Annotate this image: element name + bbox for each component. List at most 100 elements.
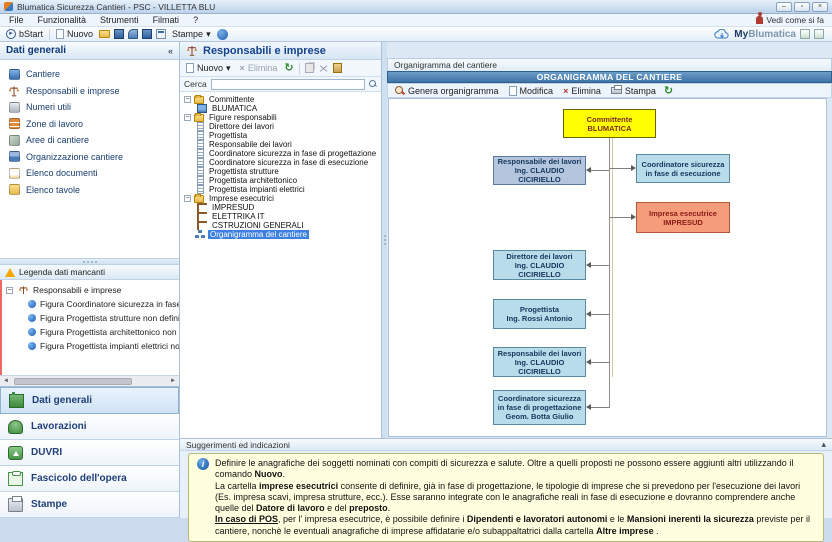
- scroll-left-icon[interactable]: ◄: [0, 378, 12, 384]
- tree-item-prog-architettonico[interactable]: Progettista architettonico: [184, 176, 381, 185]
- tree-item-progettista[interactable]: Progettista: [184, 131, 381, 140]
- paste-icon[interactable]: [333, 63, 342, 73]
- collapse-up-icon[interactable]: ▴: [821, 439, 826, 450]
- suggestion-paragraph: La cartella imprese esecutrici consente …: [215, 481, 815, 515]
- dropdown-icon: ▾: [226, 63, 231, 74]
- tree-item-csp[interactable]: Coordinatore sicurezza in fase di proget…: [184, 149, 381, 158]
- sidebar-item-cantiere[interactable]: Cantiere: [0, 66, 179, 83]
- vedi-come-si-fa-link[interactable]: Vedi come si fa: [756, 15, 830, 25]
- tree-item-imprese-esecutrici[interactable]: Imprese esecutrici: [184, 194, 381, 203]
- nuovo-tree-button[interactable]: Nuovo▾: [184, 63, 233, 74]
- sidebar-item-elenco-documenti[interactable]: Elenco documenti: [0, 165, 179, 182]
- scroll-right-icon[interactable]: ►: [167, 378, 179, 384]
- copy-icon[interactable]: [305, 63, 314, 73]
- tree-item-prog-impianti[interactable]: Progettista impianti elettrici: [184, 185, 381, 194]
- legend-item[interactable]: Figura Coordinatore sicurezza in fase di…: [6, 297, 179, 311]
- cloud-icon: [714, 29, 730, 40]
- tree-item-costruzioni[interactable]: CSTRUZIONI GENERALI: [184, 221, 381, 230]
- map-icon: [9, 135, 20, 146]
- menu-file[interactable]: File: [2, 15, 31, 25]
- tree-item-organigramma[interactable]: Organigramma del cantiere: [184, 230, 381, 239]
- orgchart-node-responsabile-lavori-1[interactable]: Responsabile dei lavori Ing. CLAUDIO CIC…: [493, 156, 586, 185]
- organigramma-tab[interactable]: Organigramma del cantiere: [387, 58, 832, 71]
- sidebar-item-zone-di-lavoro[interactable]: Zone di lavoro: [0, 116, 179, 133]
- menu-funzionalita[interactable]: Funzionalità: [31, 15, 94, 25]
- tree-item-elettrika[interactable]: ELETTRIKA IT: [184, 212, 381, 221]
- nav-duvri[interactable]: DUVRI: [0, 440, 179, 466]
- orgchart-node-coordinatore-esecuzione[interactable]: Coordinatore sicurezza in fase di esecuz…: [636, 154, 730, 183]
- window-title: Blumatica Sicurezza Cantieri - PSC - VIL…: [17, 2, 776, 12]
- legend-horizontal-scrollbar[interactable]: ◄ ►: [0, 375, 179, 386]
- menu-bar: File Funzionalità Strumenti Filmati ? Ve…: [0, 14, 832, 27]
- menu-help[interactable]: ?: [186, 15, 205, 25]
- search-input[interactable]: [211, 79, 365, 90]
- nav-dati-generali[interactable]: Dati generali: [0, 387, 179, 414]
- refresh-icon[interactable]: ↻: [664, 86, 673, 96]
- stampa-button[interactable]: Stampa: [609, 86, 658, 96]
- tree-item-committente[interactable]: Committente: [184, 95, 381, 104]
- tree-item-prog-strutture[interactable]: Progettista strutture: [184, 167, 381, 176]
- tree-item-figure-responsabili[interactable]: Figure responsabili: [184, 113, 381, 122]
- collapse-expander[interactable]: [184, 114, 191, 121]
- stampe-button[interactable]: Stampe ▾: [170, 29, 213, 40]
- elimina-button[interactable]: ×Elimina: [561, 86, 603, 96]
- tree-item-blumatica[interactable]: BLUMATICA: [184, 104, 381, 113]
- legend-root-row[interactable]: Responsabili e imprese: [6, 283, 179, 297]
- delete-x-icon: ×: [563, 86, 568, 96]
- sidebar-item-aree-di-cantiere[interactable]: Aree di cantiere: [0, 132, 179, 149]
- tree-item-impresud[interactable]: IMPRESUD: [184, 203, 381, 212]
- orgchart-node-impresa-esecutrice[interactable]: Impresa esecutrice IMPRESUD: [636, 202, 730, 233]
- orgchart-node-committente[interactable]: Committente BLUMATICA: [563, 109, 656, 138]
- sidebar-item-numeri-utili[interactable]: Numeri utili: [0, 99, 179, 116]
- search-label: Cerca: [184, 79, 207, 89]
- orgchart-node-coordinatore-progettazione[interactable]: Coordinatore sicurezza in fase di proget…: [493, 390, 586, 425]
- collapse-sidebar-icon[interactable]: «: [168, 46, 173, 56]
- close-button[interactable]: ×: [812, 2, 828, 12]
- legend-item[interactable]: Figura Progettista impianti elettrici no…: [6, 339, 179, 353]
- collapse-expander[interactable]: [6, 287, 13, 294]
- nuovo-button[interactable]: Nuovo: [54, 29, 95, 39]
- orgchart-node-progettista[interactable]: Progettista Ing. Rossi Antonio: [493, 299, 586, 329]
- menu-strumenti[interactable]: Strumenti: [93, 15, 146, 25]
- export-icon[interactable]: [156, 29, 166, 39]
- modifica-button[interactable]: Modifica: [507, 86, 556, 96]
- collapse-expander[interactable]: [184, 195, 191, 202]
- help-icon[interactable]: [217, 29, 228, 40]
- profile-icon[interactable]: [800, 29, 810, 39]
- sidebar-item-elenco-tavole[interactable]: Elenco tavole: [0, 182, 179, 199]
- tree-item-responsabile-lavori[interactable]: Responsabile dei lavori: [184, 140, 381, 149]
- sidebar-item-organizzazione[interactable]: Organizzazione cantiere: [0, 149, 179, 166]
- tree-item-cse[interactable]: Coordinatore sicurezza in fase di esecuz…: [184, 158, 381, 167]
- factory-icon: [9, 394, 24, 408]
- scrollbar-thumb[interactable]: [14, 378, 132, 385]
- orgchart-node-responsabile-lavori-2[interactable]: Responsabile dei lavori Ing. CLAUDIO CIC…: [493, 347, 586, 377]
- save-all-icon[interactable]: [128, 29, 138, 39]
- bstart-button[interactable]: bStart: [4, 29, 45, 39]
- genera-organigramma-button[interactable]: Genera organigramma: [393, 86, 501, 96]
- collapse-expander[interactable]: [184, 96, 191, 103]
- legend-item[interactable]: Figura Progettista strutture non definit…: [6, 311, 179, 325]
- orgchart-node-direttore-lavori[interactable]: Direttore dei lavori Ing. CLAUDIO CICIRI…: [493, 250, 586, 280]
- nav-stampe[interactable]: Stampe: [0, 492, 179, 518]
- cut-icon[interactable]: [319, 64, 328, 73]
- open-folder-icon[interactable]: [99, 30, 110, 38]
- sidebar-item-responsabili[interactable]: Responsabili e imprese: [0, 83, 179, 100]
- myblumatica-logo[interactable]: MyBlumatica: [714, 29, 828, 40]
- elimina-tree-button[interactable]: ×Elimina: [238, 63, 280, 73]
- tree-item-direttore[interactable]: Direttore dei lavori: [184, 122, 381, 131]
- maximize-button[interactable]: ▫: [794, 2, 810, 12]
- nav-fascicolo[interactable]: Fascicolo dell'opera: [0, 466, 179, 492]
- horizontal-splitter[interactable]: [0, 258, 179, 265]
- refresh-icon[interactable]: ↻: [284, 63, 293, 73]
- save-icon[interactable]: [114, 29, 124, 39]
- search-icon[interactable]: [369, 80, 377, 88]
- notes-icon[interactable]: [814, 29, 824, 39]
- save-as-icon[interactable]: [142, 29, 152, 39]
- menu-filmati[interactable]: Filmati: [146, 15, 187, 25]
- minimize-button[interactable]: –: [776, 2, 792, 12]
- nav-lavorazioni[interactable]: Lavorazioni: [0, 414, 179, 440]
- suggestions-panel: Suggerimenti ed indicazioni ▴ Definire l…: [180, 438, 832, 518]
- legend-item[interactable]: Figura Progettista architettonico non de…: [6, 325, 179, 339]
- info-sphere-icon: [28, 300, 36, 308]
- suggestions-note: Definire le anagrafiche dei soggetti nom…: [188, 453, 824, 542]
